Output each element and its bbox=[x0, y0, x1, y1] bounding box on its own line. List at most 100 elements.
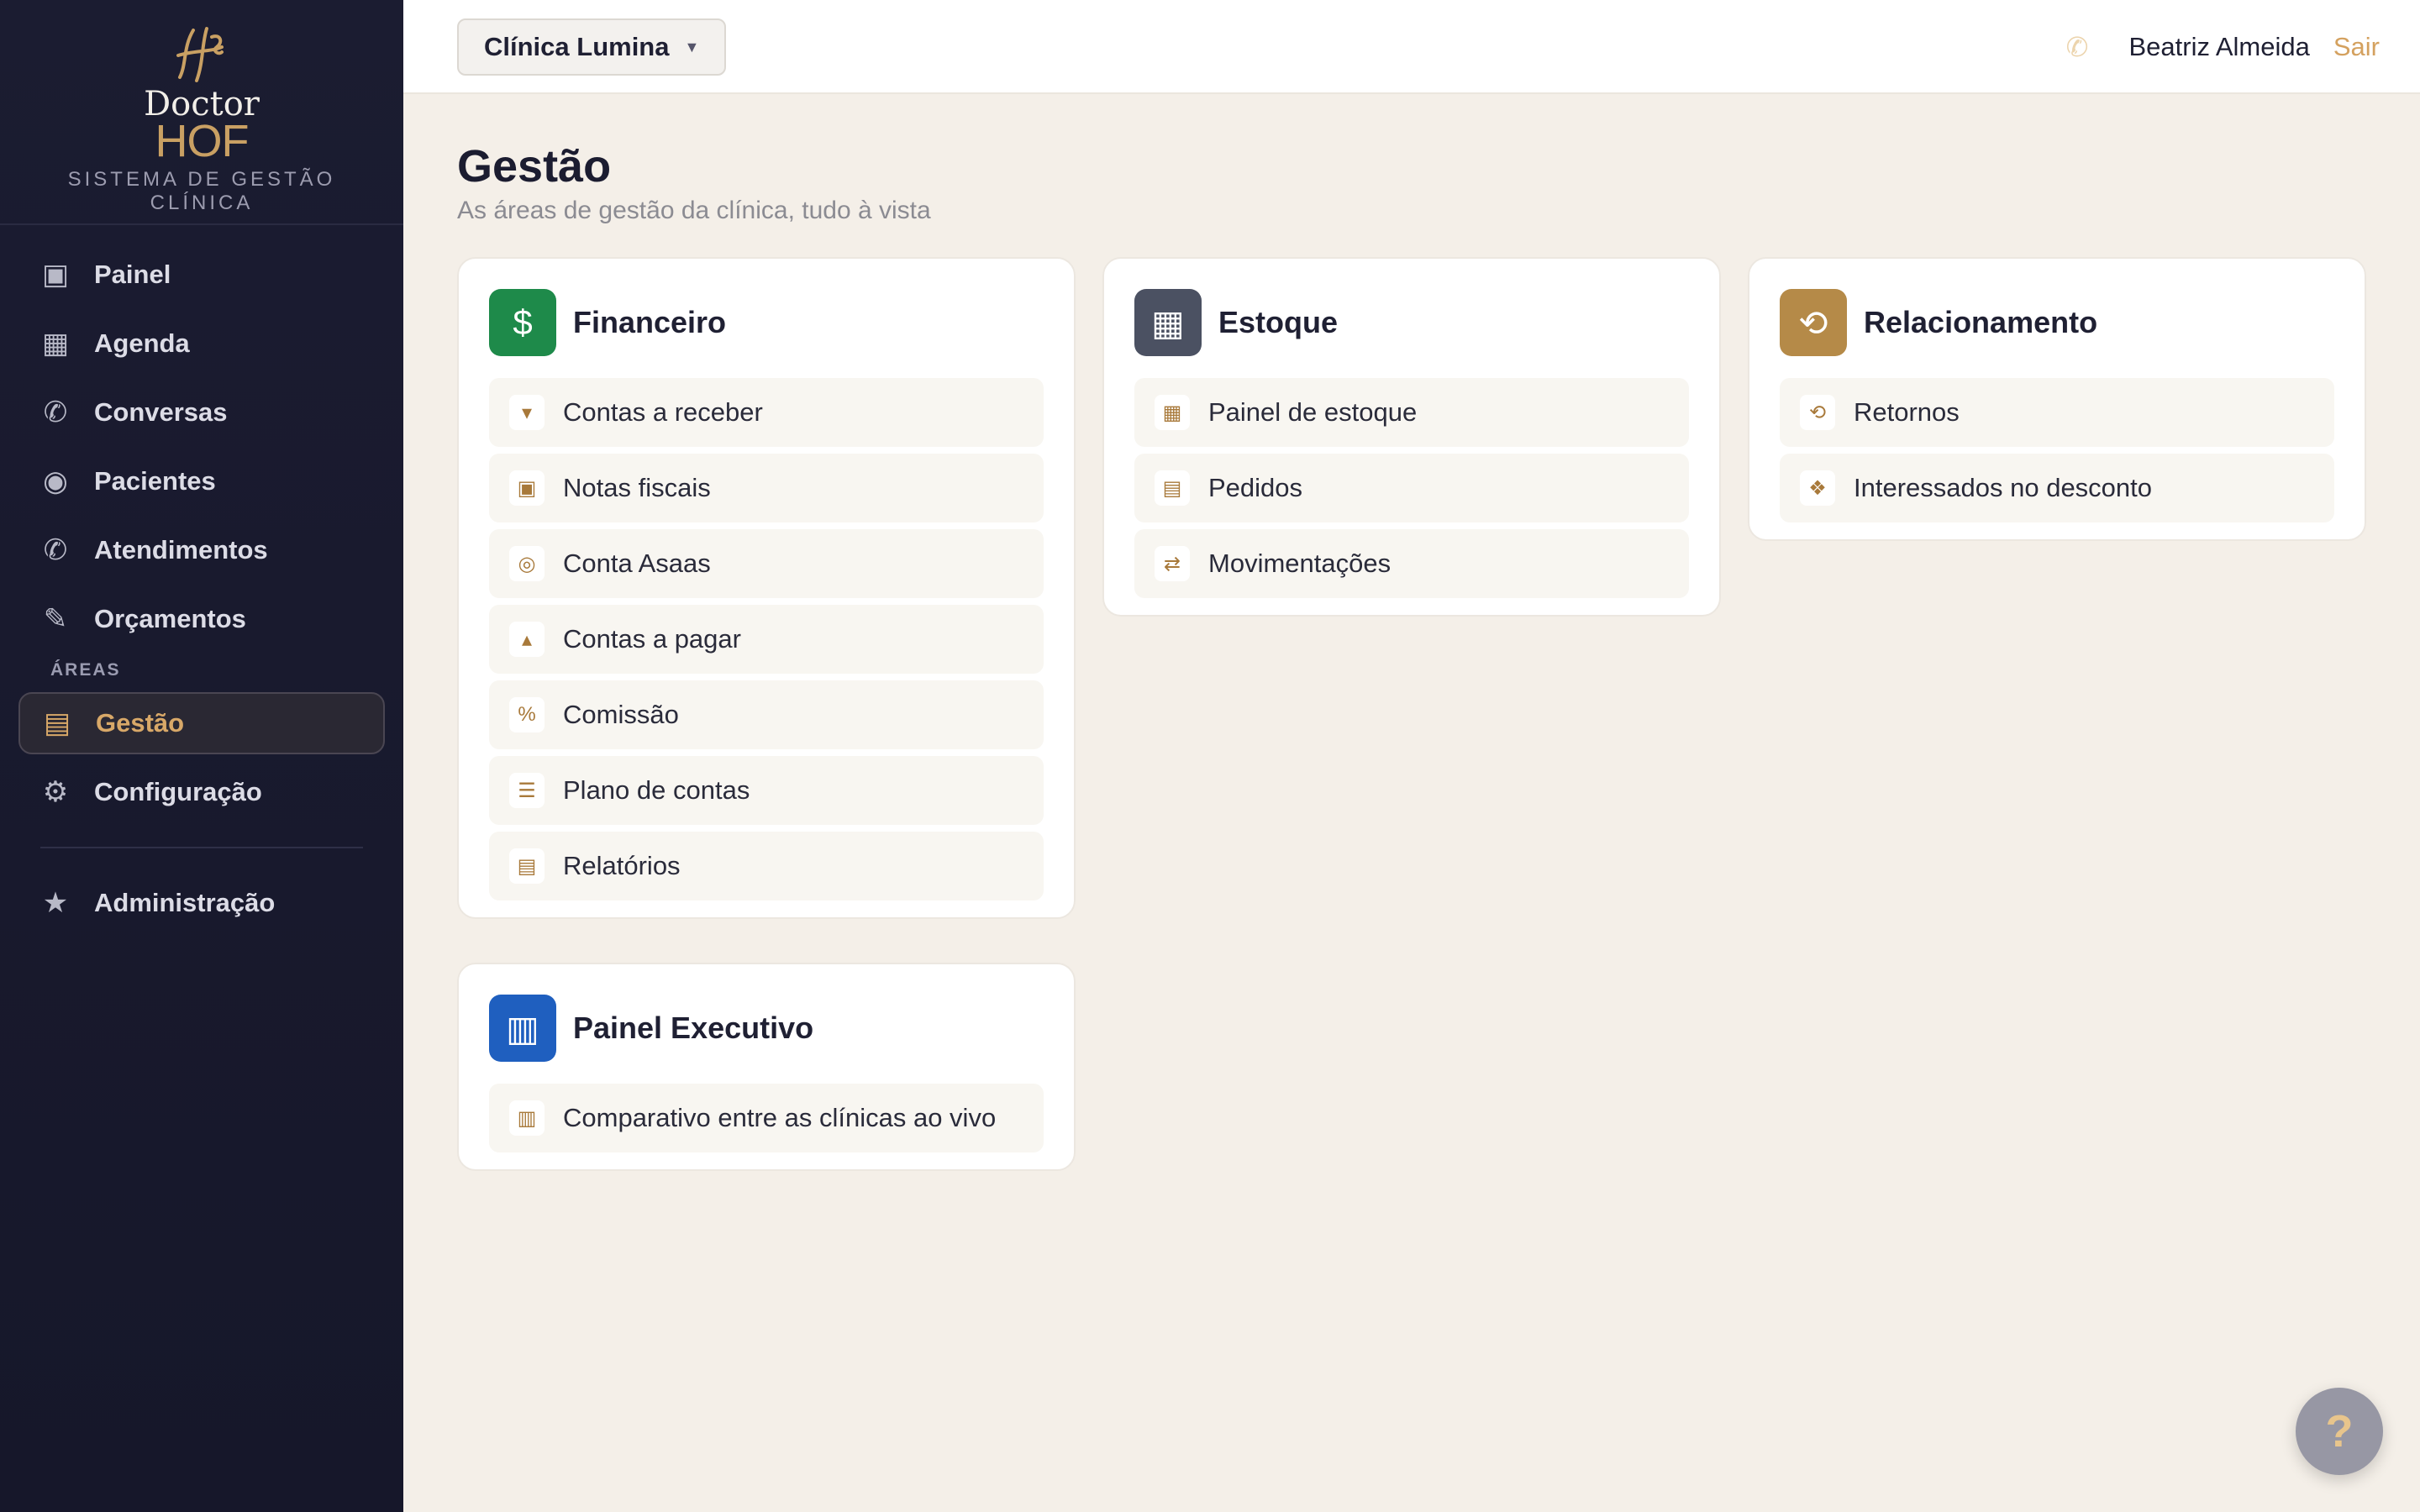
phone-icon[interactable]: ✆ bbox=[2066, 31, 2089, 63]
main-content: Gestão As áreas de gestão da clínica, tu… bbox=[457, 139, 2366, 225]
sidebar-item-label: Configuração bbox=[94, 777, 262, 806]
report-icon: ▤ bbox=[509, 848, 544, 884]
list-item-pedidos[interactable]: ▤ Pedidos bbox=[1134, 454, 1689, 522]
brand-logo[interactable]: Doctor HOF SISTEMA DE GESTÃO CLÍNICA bbox=[0, 0, 403, 225]
tag-icon: ❖ bbox=[1800, 470, 1835, 506]
sidebar-item-painel[interactable]: ▣ Painel bbox=[18, 244, 385, 306]
grid-icon: ▦ bbox=[1155, 395, 1190, 430]
card-painel-executivo: ▥ Painel Executivo ▥ Comparativo entre a… bbox=[457, 963, 1076, 1171]
sidebar-item-label: Pacientes bbox=[94, 466, 216, 496]
swap-icon: ⇄ bbox=[1155, 546, 1190, 581]
list-item-contas-a-receber[interactable]: ▾ Contas a receber bbox=[489, 378, 1044, 447]
sidebar-nav: ▣ Painel ▦ Agenda ✆ Conversas ◉ Paciente… bbox=[0, 225, 403, 934]
list-item-retornos[interactable]: ⟲ Retornos bbox=[1780, 378, 2334, 447]
sidebar-item-label: Conversas bbox=[94, 397, 228, 427]
list-item-label: Interessados no desconto bbox=[1854, 473, 2153, 502]
bar-chart-icon: ▥ bbox=[489, 995, 556, 1062]
invoice-icon: ▣ bbox=[509, 470, 544, 506]
arrow-up-icon: ▴ bbox=[509, 622, 544, 657]
management-icon: ▤ bbox=[43, 707, 71, 739]
list-item-relatorios[interactable]: ▤ Relatórios bbox=[489, 832, 1044, 900]
pencil-icon: ✎ bbox=[43, 603, 68, 635]
card-title: Relacionamento bbox=[1864, 305, 2098, 339]
sidebar-item-label: Agenda bbox=[94, 328, 190, 358]
list-item-label: Comissão bbox=[563, 700, 679, 729]
user-name: Beatriz Almeida bbox=[2128, 32, 2310, 61]
card-title: Painel Executivo bbox=[573, 1011, 814, 1045]
list-item-label: Contas a receber bbox=[563, 397, 763, 427]
return-icon: ⟲ bbox=[1780, 289, 1847, 356]
list-item-comissao[interactable]: % Comissão bbox=[489, 680, 1044, 749]
page-title: Gestão bbox=[457, 141, 612, 192]
patient-icon: ◉ bbox=[43, 465, 68, 497]
list-icon: ☰ bbox=[509, 773, 544, 808]
card-estoque: ▦ Estoque ▦ Painel de estoque ▤ Pedidos … bbox=[1102, 257, 1721, 617]
sidebar-item-label: Painel bbox=[94, 260, 171, 289]
list-item-interessados-no-desconto[interactable]: ❖ Interessados no desconto bbox=[1780, 454, 2334, 522]
card-header: ▦ Estoque bbox=[1134, 289, 1689, 356]
list-item-movimentacoes[interactable]: ⇄ Movimentações bbox=[1134, 529, 1689, 598]
brand-hof-text: HOF bbox=[155, 116, 250, 166]
sidebar-divider bbox=[40, 847, 363, 848]
sidebar-item-orcamentos[interactable]: ✎ Orçamentos bbox=[18, 588, 385, 650]
sidebar-item-atendimentos[interactable]: ✆ Atendimentos bbox=[18, 519, 385, 581]
list-item-label: Comparativo entre as clínicas ao vivo bbox=[563, 1103, 997, 1132]
sidebar-item-label: Gestão bbox=[96, 708, 185, 738]
card-title: Financeiro bbox=[573, 305, 727, 339]
sidebar-item-administracao[interactable]: ★ Administração bbox=[18, 872, 385, 934]
percent-icon: % bbox=[509, 697, 544, 732]
return-icon: ⟲ bbox=[1800, 395, 1835, 430]
list-item-painel-de-estoque[interactable]: ▦ Painel de estoque bbox=[1134, 378, 1689, 447]
list-item-comparativo-clinicas[interactable]: ▥ Comparativo entre as clínicas ao vivo bbox=[489, 1084, 1044, 1152]
grid-icon: ▦ bbox=[1134, 289, 1202, 356]
card-title: Estoque bbox=[1218, 305, 1339, 339]
clinic-selector-label: Clínica Lumina bbox=[484, 32, 670, 61]
card-financeiro: $ Financeiro ▾ Contas a receber ▣ Notas … bbox=[457, 257, 1076, 919]
card-header: ▥ Painel Executivo bbox=[489, 995, 1044, 1062]
sidebar-item-agenda[interactable]: ▦ Agenda bbox=[18, 312, 385, 375]
sidebar-item-gestao[interactable]: ▤ Gestão bbox=[18, 692, 385, 754]
bank-icon: ◎ bbox=[509, 546, 544, 581]
sidebar-item-label: Administração bbox=[94, 888, 276, 917]
logout-link[interactable]: Sair bbox=[2333, 32, 2380, 62]
chat-icon: ✆ bbox=[43, 396, 68, 428]
order-icon: ▤ bbox=[1155, 470, 1190, 506]
list-item-label: Notas fiscais bbox=[563, 473, 711, 502]
topbar: Clínica Lumina ▼ ✆ Beatriz Almeida Sair bbox=[403, 0, 2420, 94]
dollar-icon: $ bbox=[489, 289, 556, 356]
card-header: $ Financeiro bbox=[489, 289, 1044, 356]
bar-chart-icon: ▥ bbox=[509, 1100, 544, 1136]
sidebar-item-label: Atendimentos bbox=[94, 535, 268, 564]
list-item-label: Retornos bbox=[1854, 397, 1960, 427]
sidebar: Doctor HOF SISTEMA DE GESTÃO CLÍNICA ▣ P… bbox=[0, 0, 403, 1512]
gear-icon: ⚙ bbox=[42, 776, 69, 808]
list-item-label: Painel de estoque bbox=[1208, 397, 1418, 427]
list-item-label: Movimentações bbox=[1208, 549, 1392, 578]
list-item-notas-fiscais[interactable]: ▣ Notas fiscais bbox=[489, 454, 1044, 522]
logo-monogram-icon bbox=[176, 27, 224, 82]
phone-icon: ✆ bbox=[43, 534, 68, 566]
calendar-icon: ▦ bbox=[41, 328, 70, 360]
list-item-label: Plano de contas bbox=[563, 775, 750, 805]
brand-subtitle: SISTEMA DE GESTÃO CLÍNICA bbox=[67, 168, 336, 214]
page-subtitle: As áreas de gestão da clínica, tudo à vi… bbox=[457, 197, 931, 224]
list-item-label: Contas a pagar bbox=[563, 624, 741, 654]
sidebar-item-conversas[interactable]: ✆ Conversas bbox=[18, 381, 385, 444]
card-header: ⟲ Relacionamento bbox=[1780, 289, 2334, 356]
star-icon: ★ bbox=[42, 887, 69, 919]
user-area: ✆ Beatriz Almeida Sair bbox=[2066, 0, 2380, 94]
list-item-label: Conta Asaas bbox=[563, 549, 711, 578]
dashboard-icon: ▣ bbox=[41, 259, 70, 291]
sidebar-item-configuracao[interactable]: ⚙ Configuração bbox=[18, 761, 385, 823]
sidebar-item-label: Orçamentos bbox=[94, 604, 246, 633]
sidebar-item-pacientes[interactable]: ◉ Pacientes bbox=[18, 450, 385, 512]
chevron-down-icon: ▼ bbox=[684, 38, 700, 55]
list-item-contas-a-pagar[interactable]: ▴ Contas a pagar bbox=[489, 605, 1044, 674]
list-item-label: Relatórios bbox=[563, 851, 681, 880]
list-item-conta-asaas[interactable]: ◎ Conta Asaas bbox=[489, 529, 1044, 598]
help-button[interactable]: ? bbox=[2296, 1388, 2383, 1475]
card-relacionamento: ⟲ Relacionamento ⟲ Retornos ❖ Interessad… bbox=[1748, 257, 2366, 541]
list-item-plano-de-contas[interactable]: ☰ Plano de contas bbox=[489, 756, 1044, 825]
sidebar-section-areas: ÁREAS bbox=[50, 660, 121, 680]
clinic-selector[interactable]: Clínica Lumina ▼ bbox=[457, 18, 727, 76]
